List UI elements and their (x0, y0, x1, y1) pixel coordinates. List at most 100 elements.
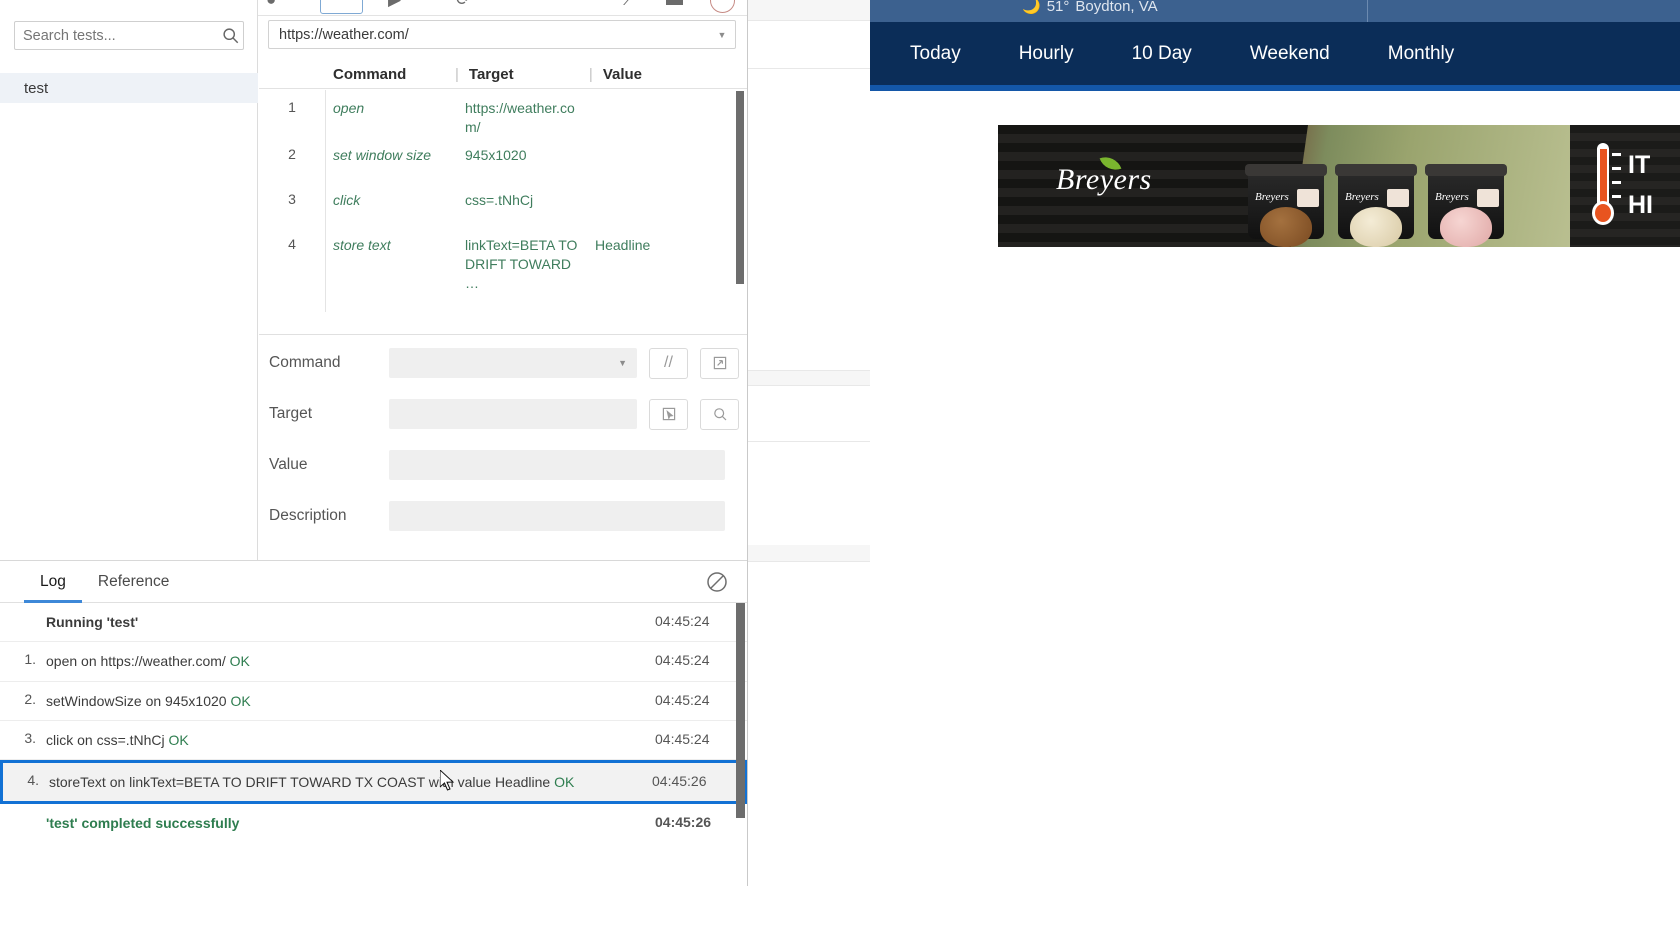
ad-scoop (1350, 207, 1402, 247)
log-index: 3. (24, 729, 36, 746)
description-field-row: Description (269, 500, 725, 532)
header-target: Target (468, 66, 514, 83)
search-input[interactable] (15, 27, 218, 44)
bg-divider (748, 20, 890, 21)
table-column-divider (325, 90, 326, 312)
run-current-icon[interactable]: ▶ (388, 0, 401, 10)
comment-button[interactable]: // (649, 347, 688, 379)
row-value: Headline (595, 236, 651, 253)
record-icon[interactable]: ● (266, 0, 276, 10)
magnifier-icon[interactable] (700, 398, 739, 430)
target-label: Target (269, 405, 313, 422)
bg-divider (748, 561, 890, 562)
command-panel: https://weather.com/ ▼ Command | Target … (259, 16, 747, 322)
nav-underline (870, 85, 1680, 91)
search-tests-field[interactable] (14, 21, 244, 50)
header-value: Value (602, 66, 643, 83)
value-input[interactable] (389, 450, 725, 480)
ide-toolbar: ● ▶ ⟳ ⟋ ▬ (258, 0, 747, 16)
step-icon[interactable]: ⟳ (456, 0, 470, 10)
ad-text-line2: HI (1628, 191, 1653, 219)
row-index: 3 (288, 190, 296, 207)
log-scrollbar[interactable] (736, 603, 745, 818)
log-text: open on https://weather.com/ OK (46, 653, 250, 670)
table-row[interactable]: 3 click css=.tNhCj (259, 182, 747, 227)
log-entries[interactable]: Running 'test' 04:45:24 1. open on https… (0, 603, 747, 843)
log-row[interactable]: Running 'test' 04:45:24 (0, 603, 747, 643)
description-input[interactable] (389, 501, 725, 531)
log-time: 04:45:24 (655, 730, 710, 747)
ad-scoop (1260, 207, 1312, 247)
log-status: OK (229, 653, 250, 670)
log-time: 04:45:24 (655, 613, 710, 629)
row-command: store text (333, 236, 391, 253)
test-list-item[interactable]: test (0, 73, 258, 103)
row-value (585, 146, 595, 182)
search-icon (218, 27, 243, 44)
weather-topbar: 🌙 51° Boydton, VA (870, 0, 1680, 22)
ad-text-line1: IT (1628, 151, 1651, 179)
table-row[interactable]: 4 store text linkText=BETA TO DRIFT TOWA… (259, 227, 747, 293)
nav-item-today[interactable]: Today (910, 43, 961, 65)
thermometer-icon (1592, 143, 1621, 229)
external-link-icon[interactable] (700, 347, 739, 379)
log-index: 1. (24, 651, 36, 668)
chevron-down-icon[interactable]: ▼ (709, 30, 735, 40)
run-all-button[interactable] (320, 0, 363, 14)
command-table-scrollbar[interactable] (736, 91, 744, 284)
row-index: 4 (288, 235, 296, 252)
bg-divider (748, 385, 890, 386)
log-time: 04:45:24 (655, 652, 710, 669)
command-input[interactable]: ▼ (389, 348, 637, 378)
log-status: OK (554, 774, 575, 791)
bg-divider (748, 68, 890, 69)
log-status: OK (168, 731, 189, 748)
advertisement-banner[interactable]: Breyers Breyers Breyers Breyers IT HI (998, 125, 1680, 247)
log-row[interactable]: 'test' completed successfully 04:45:26 (0, 804, 747, 843)
target-input[interactable] (389, 399, 637, 429)
nav-item-weekend[interactable]: Weekend (1250, 43, 1330, 65)
chevron-down-icon[interactable]: ▼ (618, 358, 627, 368)
command-label: Command (269, 354, 341, 371)
value-label: Value (269, 456, 308, 473)
target-field-row: Target (269, 398, 739, 430)
value-field-row: Value (269, 449, 725, 481)
tab-reference[interactable]: Reference (82, 561, 186, 603)
row-target: 945x1020 (465, 146, 527, 163)
log-status: OK (230, 692, 251, 709)
weather-nav: Today Hourly 10 Day Weekend Monthly (870, 22, 1680, 85)
clear-log-icon[interactable] (705, 570, 729, 599)
ad-scoop (1440, 207, 1492, 247)
nav-item-hourly[interactable]: Hourly (1019, 43, 1074, 65)
nav-item-10day[interactable]: 10 Day (1132, 43, 1192, 65)
bg-band (748, 0, 890, 20)
log-row[interactable]: 3. click on css=.tNhCj OK 04:45:24 (0, 721, 747, 761)
log-text: storeText on linkText=BETA TO DRIFT TOWA… (49, 774, 575, 791)
command-table-body[interactable]: 1 open https://weather.com/ 2 set window… (259, 90, 747, 312)
log-time: 04:45:24 (655, 691, 710, 708)
ad-panel-right: IT HI (1570, 125, 1680, 247)
ad-brand-name: Breyers (1056, 163, 1152, 196)
selenium-ide-window: ● ▶ ⟳ ⟋ ▬ test ht (0, 0, 748, 886)
pause-icon[interactable]: ▬ (666, 0, 683, 10)
table-row[interactable]: 2 set window size 945x1020 (259, 137, 747, 182)
tab-log[interactable]: Log (24, 561, 82, 603)
log-row[interactable]: 1. open on https://weather.com/ OK 04:45… (0, 642, 747, 682)
row-command: set window size (333, 146, 432, 163)
log-index: 2. (24, 690, 36, 707)
table-row[interactable]: 1 open https://weather.com/ (259, 90, 747, 137)
test-name: test (24, 79, 49, 97)
topbar-divider (1367, 0, 1368, 22)
row-value (585, 191, 595, 227)
base-url-field[interactable]: https://weather.com/ ▼ (268, 20, 736, 49)
ad-image: Breyers Breyers Breyers Breyers (998, 125, 1570, 247)
nav-item-monthly[interactable]: Monthly (1388, 43, 1455, 65)
log-row-selected[interactable]: 4. storeText on linkText=BETA TO DRIFT T… (0, 760, 747, 805)
target-picker-icon[interactable] (649, 398, 688, 430)
location-display[interactable]: 🌙 51° Boydton, VA (1022, 0, 1158, 15)
record-toggle-icon[interactable] (710, 0, 735, 13)
speed-icon[interactable]: ⟋ (623, 0, 635, 10)
bg-band (748, 371, 890, 385)
log-row[interactable]: 2. setWindowSize on 945x1020 OK 04:45:24 (0, 682, 747, 721)
mouse-cursor (440, 770, 455, 791)
